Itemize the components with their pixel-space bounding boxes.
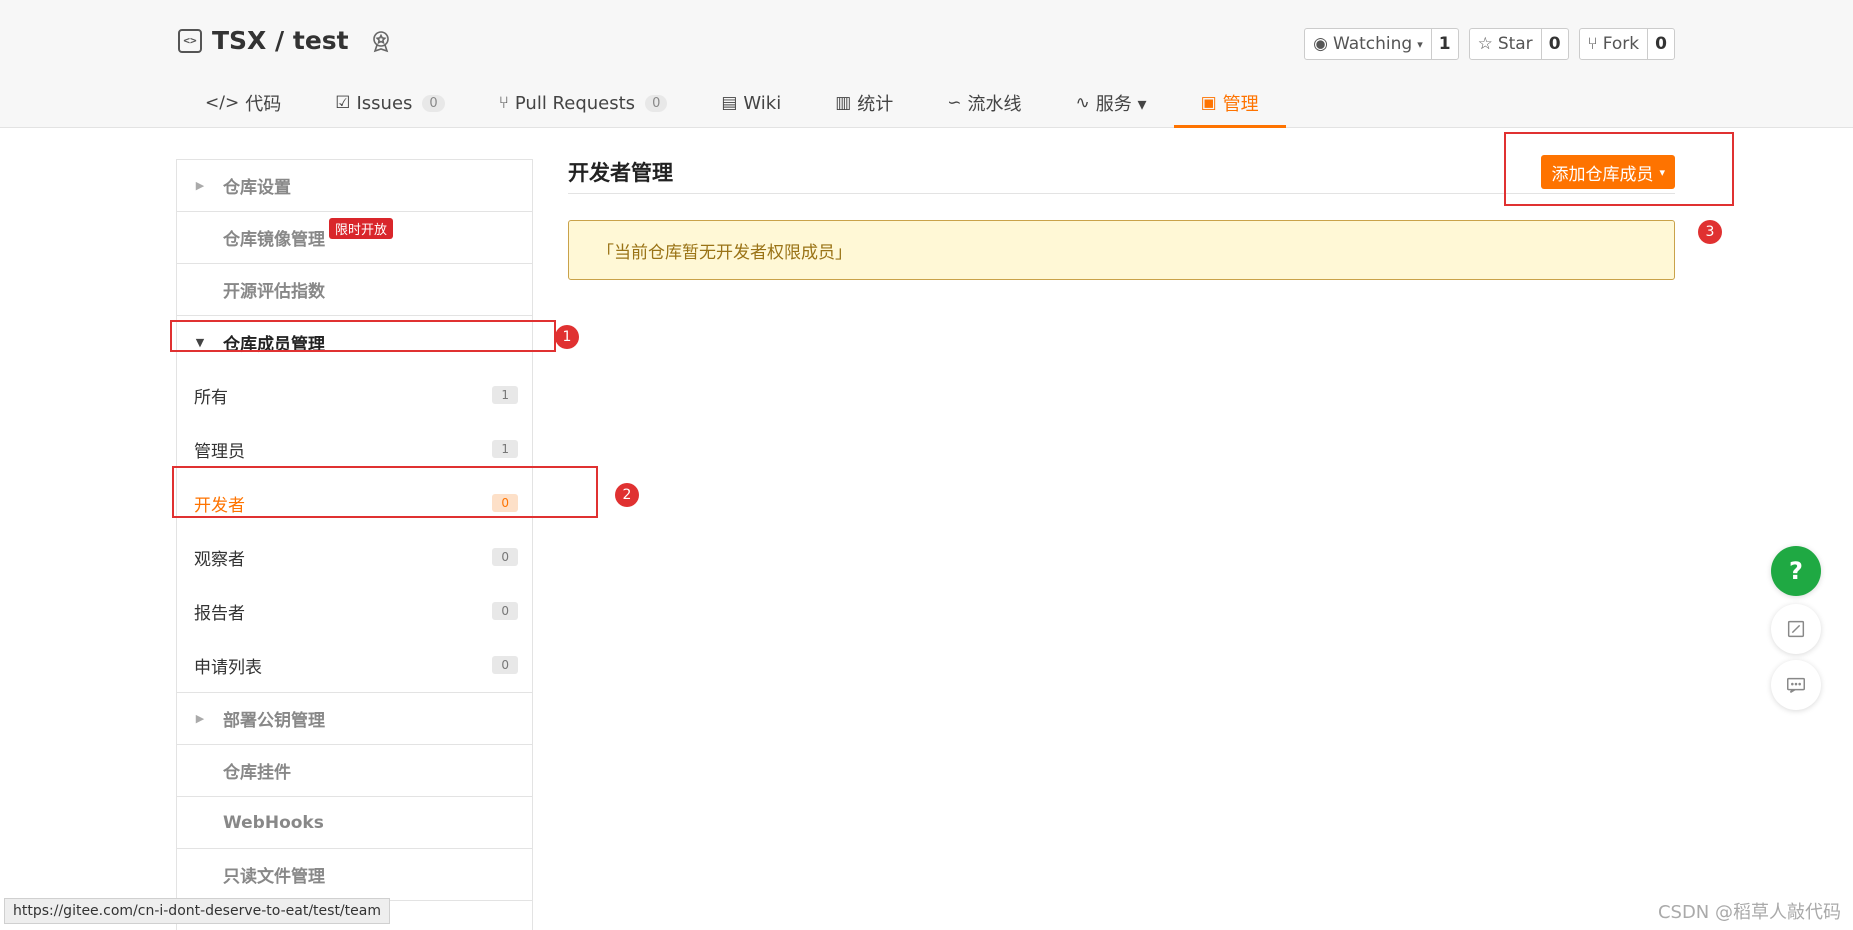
eye-icon: ◉	[1313, 34, 1328, 54]
sidebar-item-deploy-keys[interactable]: ▶ 部署公钥管理	[177, 693, 532, 745]
limited-time-badge: 限时开放	[329, 218, 394, 239]
repo-name-link[interactable]: TSX / test	[212, 26, 349, 55]
empty-notice: 「当前仓库暂无开发者权限成员」	[568, 220, 1675, 280]
member-filter-applications[interactable]: 申请列表 0	[177, 638, 532, 692]
tab-stats[interactable]: ▥ 统计	[808, 78, 920, 128]
code-repo-icon: <>	[178, 28, 202, 53]
watch-button[interactable]: ◉ Watching ▾ 1	[1304, 28, 1459, 60]
question-icon: ?	[1789, 557, 1803, 585]
sidebar-item-oss-index[interactable]: 开源评估指数	[177, 264, 532, 316]
bar-chart-icon: ▥	[835, 93, 852, 113]
sidebar-item-plugins[interactable]: 仓库挂件	[177, 745, 532, 797]
status-bar-url: https://gitee.com/cn-i-dont-deserve-to-e…	[4, 898, 390, 924]
tab-issues[interactable]: ☑ Issues 0	[308, 78, 471, 128]
watch-count[interactable]: 1	[1430, 29, 1458, 59]
sidebar-item-repo-settings[interactable]: ▶ 仓库设置	[177, 160, 532, 212]
annotation-box-add-member	[1504, 132, 1734, 206]
star-icon: ☆	[1477, 34, 1493, 54]
sidebar-item-webhooks[interactable]: WebHooks	[177, 797, 532, 849]
fork-icon: ⑂	[1587, 34, 1598, 54]
sidebar-item-readonly-files[interactable]: 只读文件管理	[177, 849, 532, 901]
issues-count: 0	[422, 94, 445, 112]
caret-right-icon: ▶	[195, 179, 205, 192]
tab-code[interactable]: </> 代码	[178, 78, 308, 128]
repo-action-buttons: ◉ Watching ▾ 1 ☆ Star 0 ⑂ Fork 0	[1304, 28, 1675, 60]
star-button[interactable]: ☆ Star 0	[1468, 28, 1569, 60]
member-filter-all[interactable]: 所有 1	[177, 368, 532, 422]
chat-button[interactable]	[1771, 660, 1821, 710]
star-count[interactable]: 0	[1540, 29, 1568, 59]
member-count-badge: 0	[492, 548, 518, 566]
repo-tabs: </> 代码 ☑ Issues 0 ⑂ Pull Requests 0 ▤ Wiki ▥ 统计…	[178, 78, 1286, 128]
book-icon: ▤	[721, 93, 738, 113]
help-button[interactable]: ?	[1771, 546, 1821, 596]
tab-manage[interactable]: ▣ 管理	[1173, 78, 1286, 128]
fork-count[interactable]: 0	[1647, 29, 1674, 59]
edit-note-icon	[1787, 620, 1805, 638]
issues-icon: ☑	[335, 93, 351, 113]
member-count-badge: 0	[492, 602, 518, 620]
annotation-box-members	[170, 320, 556, 352]
settings-sidebar: ▶ 仓库设置 仓库镜像管理 限时开放 开源评估指数 ▼ 仓库成员管理 所有 1 …	[176, 159, 533, 930]
repo-title: <> TSX / test	[178, 26, 393, 55]
feedback-button[interactable]	[1771, 604, 1821, 654]
code-icon: </>	[205, 93, 240, 113]
fork-button[interactable]: ⑂ Fork 0	[1578, 28, 1675, 60]
member-count-badge: 1	[492, 440, 518, 458]
chat-bubble-icon	[1787, 677, 1805, 693]
pull-requests-count: 0	[645, 94, 668, 112]
sidebar-item-mirror[interactable]: 仓库镜像管理 限时开放	[177, 212, 532, 264]
annotation-marker-3: 3	[1698, 220, 1722, 244]
repo-header: <> TSX / test ◉ Watching ▾ 1 ☆ Star 0 ⑂ Fork…	[0, 0, 1853, 128]
document-icon: ▣	[1200, 93, 1217, 113]
annotation-box-developer	[172, 466, 598, 518]
award-badge-icon[interactable]	[369, 29, 393, 53]
tab-pull-requests[interactable]: ⑂ Pull Requests 0	[472, 78, 695, 128]
annotation-marker-1: 1	[555, 325, 579, 349]
annotation-marker-2: 2	[615, 483, 639, 507]
member-count-badge: 0	[492, 656, 518, 674]
caret-right-icon: ▶	[195, 712, 205, 725]
caret-down-icon: ▾	[1417, 37, 1423, 51]
pulse-icon: ∿	[1075, 93, 1090, 113]
member-count-badge: 1	[492, 386, 518, 404]
tab-wiki[interactable]: ▤ Wiki	[694, 78, 808, 128]
tab-pipeline[interactable]: ∽ 流水线	[920, 78, 1048, 128]
member-filter-reporter[interactable]: 报告者 0	[177, 584, 532, 638]
csdn-watermark: CSDN @稻草人敲代码	[1657, 902, 1841, 923]
member-filter-observer[interactable]: 观察者 0	[177, 530, 532, 584]
pipeline-icon: ∽	[947, 93, 962, 113]
tab-services[interactable]: ∿ 服务 ▾	[1049, 78, 1174, 128]
pull-request-icon: ⑂	[498, 93, 509, 113]
